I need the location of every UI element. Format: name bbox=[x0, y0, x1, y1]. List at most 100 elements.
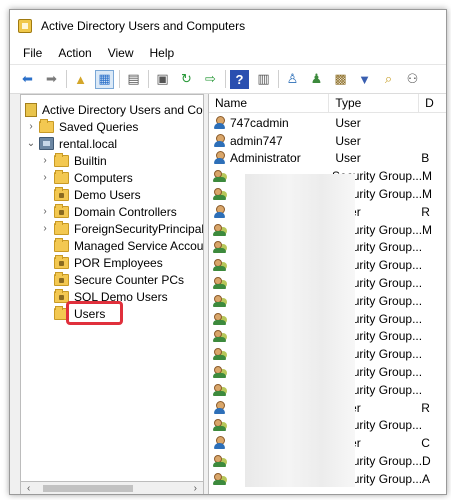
menu-action[interactable]: Action bbox=[50, 46, 99, 60]
item-description: A bbox=[422, 471, 431, 486]
item-type: User bbox=[335, 133, 361, 148]
menu-file[interactable]: File bbox=[15, 46, 50, 60]
scrollbar-thumb[interactable] bbox=[43, 485, 133, 492]
new-ou-icon[interactable]: ▩ bbox=[331, 70, 350, 89]
up-folder-icon[interactable]: ▲ bbox=[71, 70, 90, 89]
item-description: D bbox=[422, 454, 431, 469]
group-icon bbox=[213, 329, 227, 343]
tree-item-domain-controllers[interactable]: › Domain Controllers bbox=[39, 203, 177, 220]
cell-name: admin747 bbox=[209, 133, 329, 148]
group-icon bbox=[213, 187, 227, 201]
app-icon bbox=[18, 19, 32, 33]
list-header: Name Type D bbox=[209, 94, 446, 113]
item-type: User bbox=[335, 151, 361, 166]
redacted-names bbox=[245, 174, 355, 487]
tree-item-foreign-security-principals[interactable]: › ForeignSecurityPrincipals bbox=[39, 220, 204, 237]
tree-item-secure-counter-pcs[interactable]: Secure Counter PCs bbox=[39, 271, 184, 288]
expand-icon[interactable]: › bbox=[39, 172, 51, 183]
help-icon[interactable]: ? bbox=[230, 69, 249, 89]
scroll-left-icon[interactable]: ‹ bbox=[27, 483, 30, 494]
group-icon bbox=[213, 472, 227, 486]
list-item[interactable]: 747cadmin User bbox=[209, 114, 446, 132]
tree-item-por-employees[interactable]: POR Employees bbox=[39, 254, 163, 271]
scroll-right-icon[interactable]: › bbox=[194, 483, 197, 494]
refresh-icon[interactable]: ↻ bbox=[177, 70, 196, 89]
title-bar: Active Directory Users and Computers bbox=[10, 10, 446, 42]
group-icon bbox=[213, 223, 227, 237]
ou-folder-icon bbox=[54, 203, 69, 218]
toolbar-separator bbox=[66, 70, 67, 88]
show-hide-tree-icon[interactable]: ▦ bbox=[95, 69, 114, 89]
expand-icon[interactable]: › bbox=[25, 121, 37, 132]
back-arrow-icon[interactable]: ⬅ bbox=[18, 70, 37, 89]
filter-icon[interactable]: ▼ bbox=[355, 70, 374, 89]
tree-item-builtin[interactable]: › Builtin bbox=[39, 152, 107, 169]
tree-item-label: ForeignSecurityPrincipals bbox=[74, 221, 204, 236]
expand-icon[interactable]: › bbox=[39, 223, 51, 234]
group-icon bbox=[213, 312, 227, 326]
toolbar-separator bbox=[148, 70, 149, 88]
group-icon bbox=[213, 240, 227, 254]
tree-root[interactable]: Active Directory Users and Com bbox=[25, 101, 204, 118]
new-group-icon[interactable]: ♟ bbox=[307, 70, 326, 89]
menu-help[interactable]: Help bbox=[142, 46, 183, 60]
item-description: B bbox=[421, 151, 430, 166]
item-description: M bbox=[422, 187, 433, 202]
group-icon bbox=[213, 258, 227, 272]
folder-icon bbox=[54, 220, 69, 235]
user-icon bbox=[213, 133, 227, 148]
tree-horizontal-scrollbar[interactable]: ‹ › bbox=[20, 482, 204, 494]
add-to-group-icon[interactable]: ⚇ bbox=[403, 70, 422, 89]
column-header-type[interactable]: Type bbox=[329, 94, 420, 112]
ou-folder-icon bbox=[54, 186, 69, 201]
expand-icon[interactable]: › bbox=[39, 155, 51, 166]
clipboard-icon[interactable]: ▤ bbox=[124, 70, 143, 89]
column-header-name[interactable]: Name bbox=[209, 94, 330, 112]
folder-icon bbox=[39, 118, 54, 133]
toolbar-separator bbox=[225, 70, 226, 88]
list-item[interactable]: admin747 User bbox=[209, 132, 446, 150]
group-icon bbox=[213, 169, 227, 183]
user-icon bbox=[213, 400, 227, 415]
tree-item-computers[interactable]: › Computers bbox=[39, 169, 133, 186]
item-name: Administrator bbox=[230, 151, 301, 166]
group-icon bbox=[213, 418, 227, 432]
group-icon bbox=[213, 383, 227, 397]
user-icon bbox=[213, 204, 227, 219]
list-item[interactable]: Administrator User B bbox=[209, 150, 446, 168]
tree-item-label: Managed Service Accour bbox=[74, 238, 204, 253]
tree-saved-queries[interactable]: › Saved Queries bbox=[25, 118, 138, 135]
find-icon[interactable]: ⌕ bbox=[379, 70, 398, 89]
cell-name: 747cadmin bbox=[209, 115, 329, 130]
tree-domain-label: rental.local bbox=[59, 136, 118, 151]
new-user-icon[interactable]: ♙ bbox=[283, 70, 302, 89]
tree-item-demo-users[interactable]: Demo Users bbox=[39, 186, 141, 203]
item-description: M bbox=[422, 222, 433, 237]
column-header-description[interactable]: D bbox=[419, 94, 446, 112]
export-list-icon[interactable]: ⇨ bbox=[201, 70, 220, 89]
user-icon bbox=[213, 436, 227, 450]
tree-item-label: Computers bbox=[74, 170, 133, 185]
tree-item-label: Secure Counter PCs bbox=[74, 272, 185, 287]
tree-item-managed-service-accounts[interactable]: Managed Service Accour bbox=[39, 237, 204, 254]
item-description: C bbox=[421, 436, 430, 451]
item-description: R bbox=[421, 204, 430, 219]
toolbar-separator bbox=[278, 70, 279, 88]
expand-icon[interactable]: › bbox=[39, 206, 51, 217]
forward-arrow-icon[interactable]: ➡ bbox=[42, 70, 61, 89]
menu-view[interactable]: View bbox=[100, 46, 142, 60]
tree-item-label: Builtin bbox=[74, 153, 107, 168]
tree-item-label: Domain Controllers bbox=[74, 204, 177, 219]
item-description: M bbox=[422, 169, 433, 184]
tree-item-label: Saved Queries bbox=[59, 119, 139, 134]
console-icon[interactable]: ▥ bbox=[254, 70, 273, 89]
toolbar: ⬅ ➡ ▲ ▦ ▤ ▣ ↻ ⇨ ? ▥ ♙ ♟ ▩ ▼ ⌕ ⚇ bbox=[10, 64, 446, 94]
aduc-root-icon bbox=[25, 102, 37, 117]
tree-domain[interactable]: ⌄ rental.local bbox=[25, 135, 117, 152]
properties-icon[interactable]: ▣ bbox=[153, 70, 172, 89]
collapse-icon[interactable]: ⌄ bbox=[25, 138, 37, 149]
folder-icon bbox=[54, 237, 69, 252]
folder-icon bbox=[54, 169, 69, 184]
tree-root-label: Active Directory Users and Com bbox=[42, 102, 204, 117]
selection-highlight bbox=[66, 301, 123, 325]
